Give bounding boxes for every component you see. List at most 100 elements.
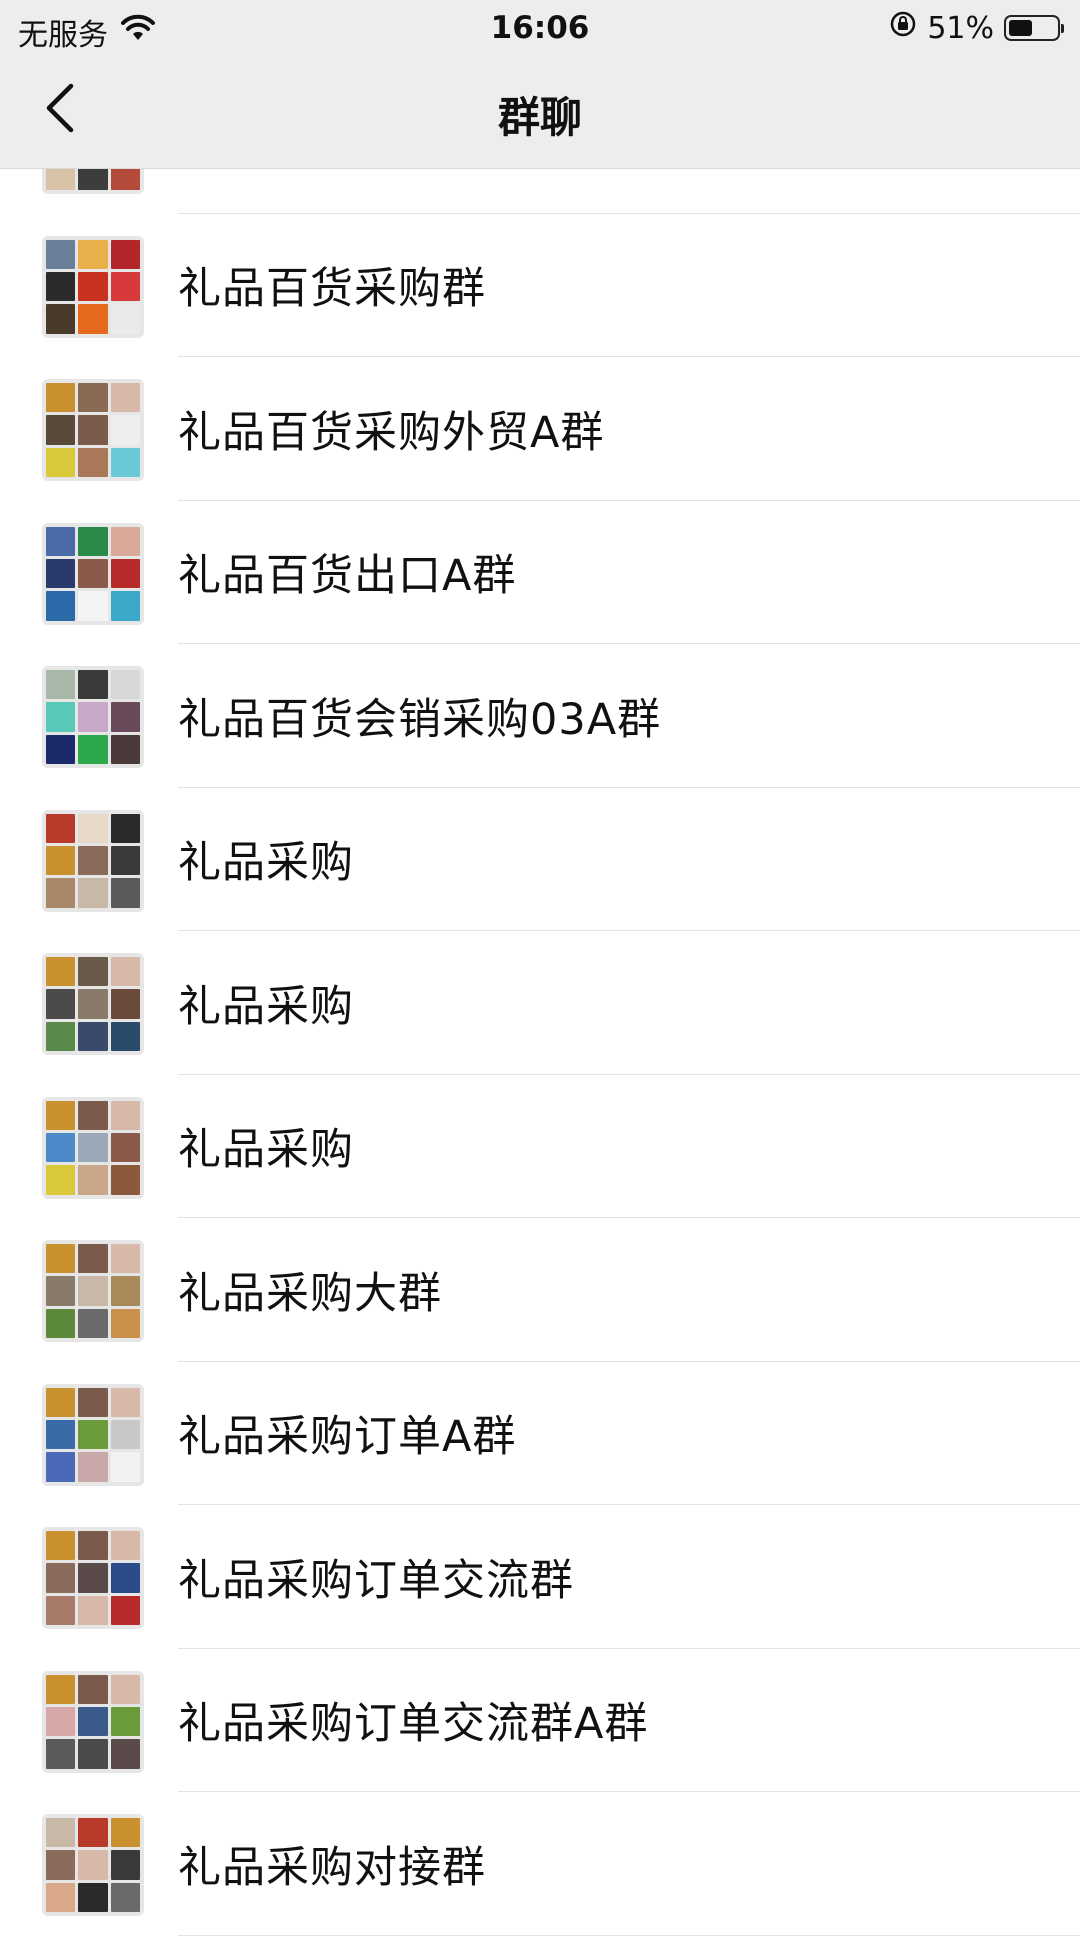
avatar-tile xyxy=(78,670,108,700)
group-list-item[interactable]: 礼品采购订单A群 xyxy=(0,1362,1080,1506)
avatar-tile xyxy=(78,1563,108,1593)
group-name: 礼品采购 xyxy=(178,981,354,1032)
avatar-tile xyxy=(78,1132,108,1163)
group-avatar xyxy=(42,953,144,1055)
group-name: 礼品采购订单交流群 xyxy=(178,1555,574,1606)
avatar-tile xyxy=(46,1739,76,1769)
avatar-tile xyxy=(78,447,108,477)
group-list-item[interactable]: 礼品百货采购外贸A群 xyxy=(0,357,1080,501)
avatar-tile xyxy=(110,1308,140,1338)
group-list: 礼品百货采购群 礼品百货采购外贸A群 礼品百货出口A群 礼品百货会销采购03A群 礼品采… xyxy=(0,70,1080,1936)
avatar-tile xyxy=(110,1100,140,1130)
avatar-tile xyxy=(110,1882,140,1912)
avatar-tile xyxy=(46,1452,76,1482)
group-list-item[interactable]: 礼品采购对接群 xyxy=(0,1792,1080,1936)
avatar-tile xyxy=(46,1531,76,1561)
group-list-item[interactable]: 礼品采购订单交流群 xyxy=(0,1505,1080,1649)
avatar-tile xyxy=(78,1276,108,1306)
group-list-item[interactable]: 礼品采购大群 xyxy=(0,1218,1080,1362)
avatar-tile xyxy=(110,304,140,334)
avatar-tile xyxy=(110,1531,140,1561)
avatar-tile xyxy=(78,1021,108,1051)
avatar-tile xyxy=(46,670,76,700)
group-avatar xyxy=(42,666,144,768)
avatar-tile xyxy=(78,526,108,556)
group-avatar xyxy=(42,1527,144,1629)
group-list-item[interactable]: 礼品百货采购群 xyxy=(0,214,1080,358)
avatar-tile xyxy=(78,239,108,269)
avatar-tile xyxy=(46,1021,76,1051)
avatar-tile xyxy=(78,878,108,908)
avatar-tile xyxy=(78,1882,108,1912)
avatar-tile xyxy=(78,271,108,302)
avatar-tile xyxy=(46,1308,76,1338)
avatar-tile xyxy=(46,383,76,413)
avatar-tile xyxy=(110,1419,140,1450)
avatar-tile xyxy=(46,1850,76,1880)
group-name: 礼品采购订单交流群A群 xyxy=(178,1699,649,1750)
group-avatar xyxy=(42,1096,144,1199)
avatar-tile xyxy=(78,1706,108,1737)
nav-bar: 群聊 xyxy=(0,56,1080,168)
group-name: 礼品采购大群 xyxy=(178,1268,442,1319)
group-avatar xyxy=(42,379,144,481)
avatar-tile xyxy=(110,957,140,987)
avatar-tile xyxy=(78,734,108,764)
avatar-tile xyxy=(46,1419,76,1450)
avatar-tile xyxy=(46,1674,76,1704)
group-list-item[interactable]: 礼品采购订单交流群A群 xyxy=(0,1649,1080,1793)
avatar-tile xyxy=(46,1563,76,1593)
avatar-tile xyxy=(46,1132,76,1163)
avatar-tile xyxy=(110,1387,140,1417)
rotation-lock-icon xyxy=(889,10,917,46)
avatar-tile xyxy=(78,1244,108,1274)
top-bar: 无服务 16:06 51% 群聊 xyxy=(0,0,1080,169)
avatar-tile xyxy=(46,1882,76,1912)
avatar-tile xyxy=(78,1595,108,1625)
group-list-item[interactable]: 礼品采购 xyxy=(0,931,1080,1075)
avatar-tile xyxy=(46,1165,76,1195)
avatar-tile xyxy=(110,447,140,477)
avatar-tile xyxy=(78,1850,108,1880)
avatar-tile xyxy=(110,1739,140,1769)
group-avatar xyxy=(42,1670,144,1773)
avatar-tile xyxy=(110,591,140,621)
battery-fill xyxy=(1009,20,1032,36)
avatar-tile xyxy=(46,702,76,732)
avatar-tile xyxy=(78,845,108,876)
group-avatar xyxy=(42,1240,144,1342)
avatar-tile xyxy=(110,702,140,732)
avatar-tile xyxy=(46,1818,76,1848)
avatar-tile xyxy=(110,1132,140,1163)
avatar-tile xyxy=(110,558,140,589)
group-name: 礼品百货采购群 xyxy=(178,264,486,315)
group-list-item[interactable]: 礼品采购 xyxy=(0,788,1080,932)
group-list-item[interactable]: 礼品百货出口A群 xyxy=(0,501,1080,645)
group-list-item[interactable]: 礼品百货会销采购03A群 xyxy=(0,644,1080,788)
avatar-tile xyxy=(78,813,108,843)
avatar-tile xyxy=(110,1452,140,1482)
avatar-tile xyxy=(46,1244,76,1274)
status-right: 51% xyxy=(889,10,1064,46)
avatar-tile xyxy=(46,415,76,445)
avatar-tile xyxy=(46,1276,76,1306)
avatar-tile xyxy=(46,957,76,987)
group-list-item[interactable]: 礼品采购 xyxy=(0,1075,1080,1219)
avatar-tile xyxy=(110,271,140,302)
avatar-tile xyxy=(46,734,76,764)
avatar-tile xyxy=(46,878,76,908)
avatar-tile xyxy=(46,304,76,334)
avatar-tile xyxy=(110,1244,140,1274)
avatar-tile xyxy=(78,1100,108,1130)
group-avatar xyxy=(42,1814,144,1916)
avatar-tile xyxy=(78,1674,108,1704)
avatar-tile xyxy=(46,526,76,556)
avatar-tile xyxy=(78,1739,108,1769)
group-name: 礼品采购订单A群 xyxy=(178,1412,517,1463)
avatar-tile xyxy=(46,447,76,477)
group-name: 礼品百货出口A群 xyxy=(178,551,517,602)
avatar-tile xyxy=(110,1674,140,1704)
avatar-tile xyxy=(110,1165,140,1195)
avatar-tile xyxy=(78,383,108,413)
group-name: 礼品百货会销采购03A群 xyxy=(178,694,662,745)
